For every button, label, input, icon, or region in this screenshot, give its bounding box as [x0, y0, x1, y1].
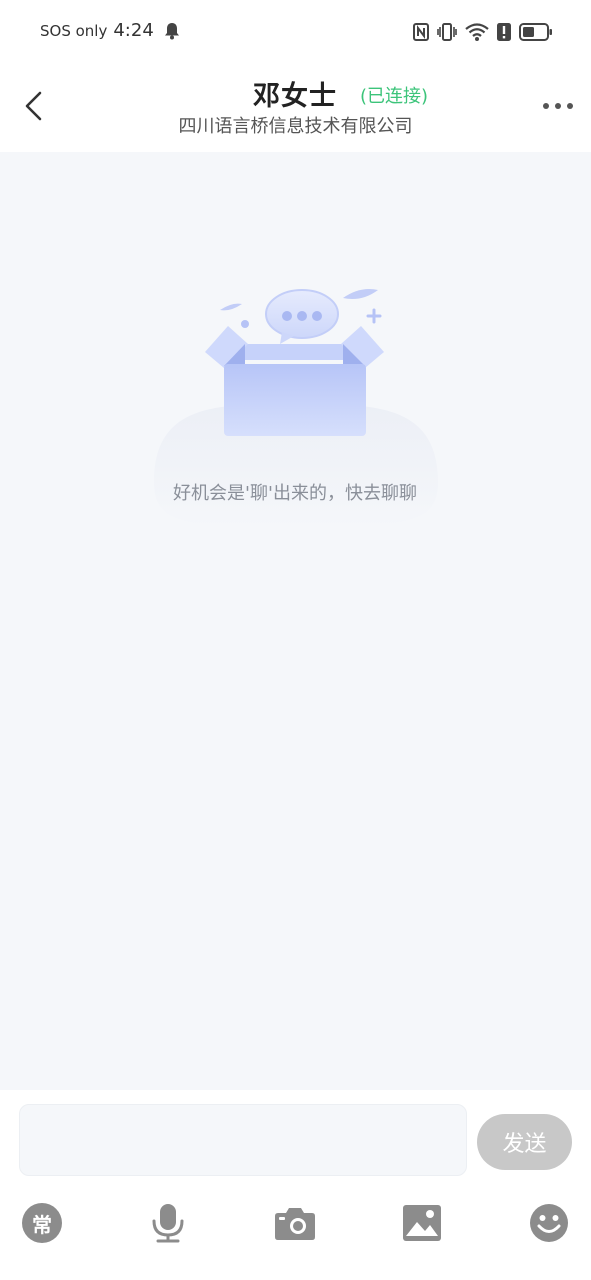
- message-list[interactable]: 好机会是'聊'出来的，快去聊聊: [0, 152, 591, 1090]
- emoji-icon: [530, 1204, 568, 1242]
- camera-button[interactable]: [274, 1202, 316, 1244]
- camera-icon: [275, 1208, 315, 1240]
- chat-header: 邓女士 (已连接) 四川语言桥信息技术有限公司: [0, 66, 591, 152]
- common-phrases-icon: 常: [22, 1203, 62, 1243]
- composer-toolbar: 常: [0, 1198, 591, 1248]
- common-phrases-button[interactable]: 常: [21, 1202, 63, 1244]
- contact-name: 邓女士: [253, 81, 337, 112]
- carrier-label: SOS only: [40, 21, 108, 40]
- microphone-icon: [152, 1204, 184, 1243]
- more-icon-dot: [543, 103, 549, 109]
- empty-state: 好机会是'聊'出来的，快去聊聊: [150, 282, 440, 532]
- nfc-icon: [413, 23, 429, 41]
- image-button[interactable]: [401, 1202, 443, 1244]
- emoji-button[interactable]: [528, 1202, 570, 1244]
- connection-status: (已连接): [360, 86, 429, 107]
- empty-message: 好机会是'聊'出来的，快去聊聊: [173, 483, 417, 504]
- company-name: 四川语言桥信息技术有限公司: [178, 116, 413, 137]
- image-icon: [403, 1205, 441, 1241]
- title-row: 邓女士 (已连接): [0, 72, 591, 112]
- more-icon-dot: [567, 103, 573, 109]
- message-input[interactable]: [19, 1104, 467, 1176]
- more-icon-dot: [555, 103, 561, 109]
- more-button[interactable]: [543, 96, 573, 116]
- status-bar: SOS only 4:24: [0, 0, 591, 66]
- composer: 发送 常: [0, 1090, 591, 1280]
- wifi-icon: [465, 22, 489, 42]
- alert-icon: [497, 23, 511, 41]
- status-right: [413, 22, 553, 42]
- send-button[interactable]: 发送: [477, 1114, 572, 1170]
- vibrate-icon: [437, 23, 457, 41]
- battery-icon: [519, 23, 553, 41]
- voice-button[interactable]: [147, 1202, 189, 1244]
- bell-icon: [164, 22, 180, 40]
- clock: 4:24: [113, 20, 154, 41]
- status-left: SOS only 4:24: [40, 20, 180, 41]
